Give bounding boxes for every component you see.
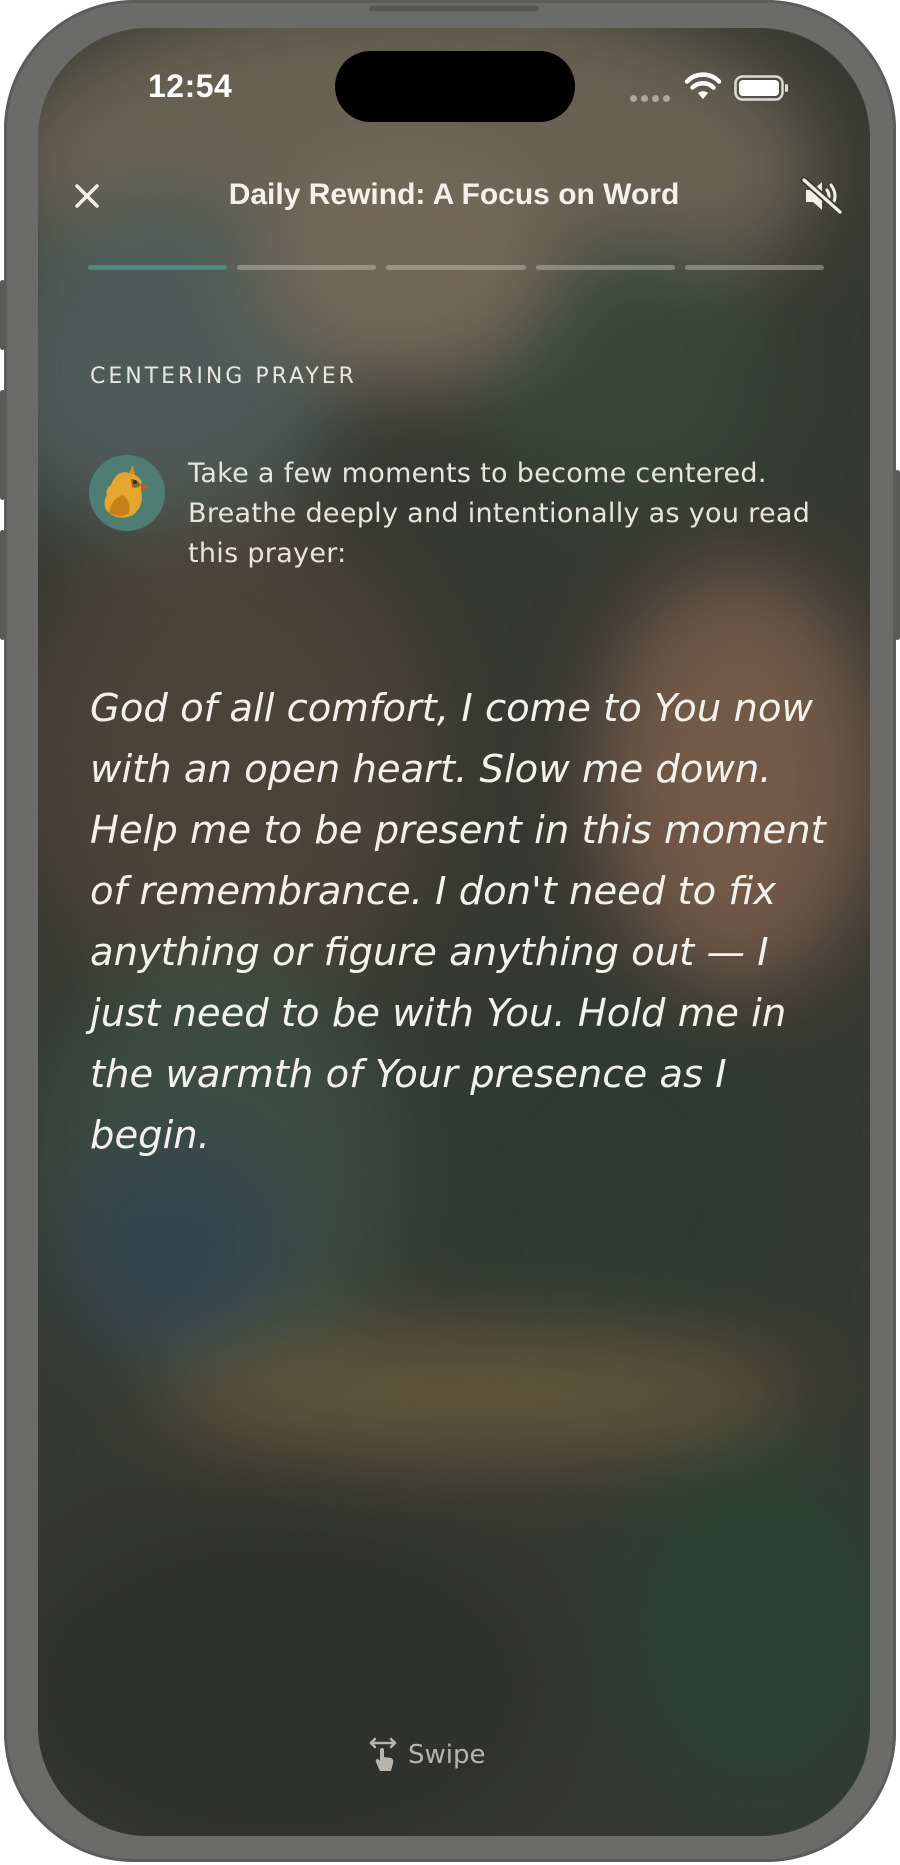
status-time: 12:54 <box>148 68 233 104</box>
wifi-icon <box>684 72 722 99</box>
page-title: Daily Rewind: A Focus on Word <box>228 178 680 211</box>
progress-segment-4 <box>535 265 675 270</box>
signal-dots-icon <box>630 93 674 103</box>
speaker-muted-icon <box>800 176 844 216</box>
prayer-text: God of all comfort, I come to You now wi… <box>90 686 826 1158</box>
mute-button[interactable] <box>800 176 844 216</box>
battery-icon <box>734 75 788 101</box>
section-label: CENTERING PRAYER <box>90 364 357 389</box>
action-button <box>0 280 5 350</box>
top-edge <box>369 6 539 11</box>
progress-segment-3 <box>386 265 526 270</box>
close-button[interactable] <box>68 177 106 215</box>
swipe-hand-icon <box>369 1737 397 1771</box>
swipe-label: Swipe <box>408 1740 486 1770</box>
intro-text: Take a few moments to become centered. B… <box>188 458 811 569</box>
avatar <box>89 455 165 531</box>
close-icon <box>75 184 99 208</box>
progress-segment-2 <box>237 265 377 270</box>
cardinal-bird-icon <box>89 455 165 531</box>
volume-down-button <box>0 530 5 640</box>
progress-segment-1 <box>88 265 228 270</box>
screen: 12:54 Daily Rewind: A Focus on Word CENT… <box>38 28 870 1836</box>
dynamic-island <box>335 51 575 122</box>
volume-up-button <box>0 390 5 500</box>
swipe-hint[interactable]: Swipe <box>368 1735 486 1775</box>
story-progress <box>88 265 825 270</box>
phone-frame: 12:54 Daily Rewind: A Focus on Word CENT… <box>0 0 900 1862</box>
power-button <box>895 470 900 640</box>
progress-segment-5 <box>684 265 825 270</box>
